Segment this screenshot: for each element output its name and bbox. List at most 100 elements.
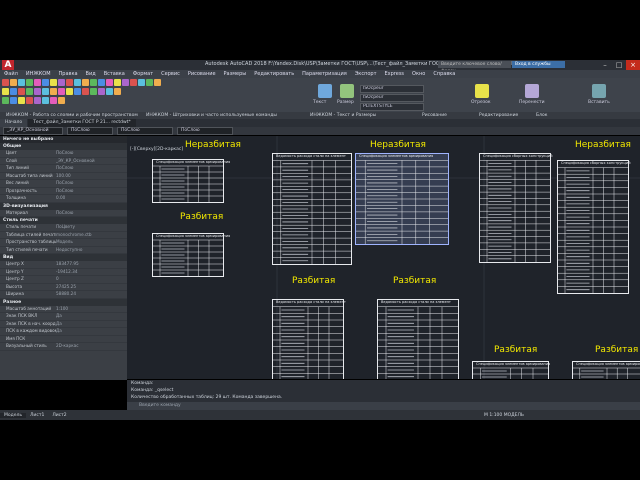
property-row[interactable]: ПСК в каждом видовом Да [0,328,127,336]
insert-icon[interactable] [82,88,89,95]
dimension-icon[interactable] [58,88,65,95]
property-row[interactable]: Слой _ЭУ_КР_Основной [0,158,127,165]
property-row[interactable]: Знак ПСК в нач. коорд. Да [0,321,127,328]
property-row[interactable]: Пространство таблицы Модель [0,239,127,247]
fillet-icon[interactable] [146,79,153,86]
property-row[interactable]: Масштаб аннотаций 1:100 [0,306,127,313]
drawing-table[interactable] [479,153,551,263]
menu-item[interactable]: Параметризация [298,70,351,78]
trim-icon[interactable] [122,79,129,86]
maximize-icon[interactable]: □ [612,60,626,70]
layout-icon[interactable] [34,97,41,104]
property-section[interactable]: Вид [0,254,127,261]
tab-layout2[interactable]: Лист2 [48,413,70,418]
model-space-indicator[interactable]: М 1:100 МОДЕЛЬ [480,413,528,418]
property-row[interactable]: Визуальный стиль 2D-каркас [0,343,127,351]
tab-layout1[interactable]: Лист1 [26,413,48,418]
ribbon-panel-title[interactable]: Рисование [416,112,473,119]
sign-in-button[interactable]: Вход в службы [512,61,565,68]
property-value[interactable]: ПоСлою [56,210,127,217]
text-icon[interactable] [50,88,57,95]
drawing-table[interactable] [377,299,459,379]
property-row[interactable]: Центр Z 0 [0,276,127,284]
property-value[interactable]: Модель [56,239,127,246]
block-icon[interactable] [74,88,81,95]
dim-style-combo[interactable]: ISOcpeur [360,94,424,102]
menu-item[interactable]: Редактировать [250,70,298,78]
menu-item[interactable]: Сервис [157,70,184,78]
ribbon-panel-title[interactable]: Редактирование [473,112,530,119]
new-icon[interactable] [2,79,9,86]
table-style-combo[interactable]: PLTEXTSTYLE [360,103,424,111]
property-value[interactable]: 0.00 [56,195,127,202]
publish-icon[interactable] [50,97,57,104]
property-row[interactable]: Тип линий ПоСлою [0,165,127,173]
purge-icon[interactable] [58,97,65,104]
save-icon[interactable] [18,79,25,86]
layer-icon[interactable] [50,79,57,86]
regen-icon[interactable] [26,97,33,104]
tab-drawing[interactable]: Тест_файл_Заметки ГОСТ Р 21... rectdwt* [28,119,136,127]
property-value[interactable]: ПоСлою [56,165,127,172]
menu-item[interactable]: Express [381,70,409,78]
plot-icon[interactable] [42,97,49,104]
rotate-icon[interactable] [106,79,113,86]
extend-icon[interactable] [130,79,137,86]
orbit-icon[interactable] [18,97,25,104]
menu-item[interactable]: Экспорт [351,70,381,78]
insert-block-icon[interactable] [592,84,606,98]
property-value[interactable]: Да [56,313,127,320]
property-value[interactable] [56,336,127,343]
linetype-combo[interactable]: ПоСлою [117,127,173,135]
copy-icon[interactable] [74,79,81,86]
property-value[interactable]: ПоСлою [56,188,127,195]
drawing-table[interactable] [355,153,449,245]
property-value[interactable]: 183477.95 [56,261,127,268]
menu-item[interactable]: Окно [408,70,429,78]
property-row[interactable]: Материал ПоСлою [0,210,127,217]
property-value[interactable]: 1:100 [56,306,127,313]
layer-combo[interactable]: _ЭУ_КР_Основной [3,127,63,135]
property-row[interactable]: Центр X 183477.95 [0,261,127,269]
tab-start[interactable]: Начало [0,119,28,127]
property-row[interactable]: Знак ПСК ВКЛ Да [0,313,127,321]
break-icon[interactable] [138,79,145,86]
line-icon[interactable] [2,88,9,95]
hatch-icon[interactable] [42,88,49,95]
ribbon-panel-title[interactable]: ИНЖКОМ - Текст и Размеры [304,112,416,119]
command-input[interactable]: Введите команду [127,402,640,410]
drawing-table[interactable] [272,299,344,379]
drawing-table[interactable] [152,233,224,277]
selection-combo[interactable]: Ничего не выбрано [0,136,127,143]
measure-icon[interactable] [106,88,113,95]
property-value[interactable]: 27425.25 [56,284,127,291]
property-row[interactable]: Цвет ПоСлою [0,150,127,158]
image-icon[interactable] [98,88,105,95]
menu-item[interactable]: Размеры [220,70,251,78]
property-section[interactable]: Стиль печати [0,217,127,224]
menu-item[interactable]: Вид [82,70,100,78]
zoom-icon[interactable] [2,97,9,104]
menu-item[interactable]: Правка [55,70,82,78]
drawing-canvas[interactable]: Спецификация элементов армирования Специф… [127,136,640,379]
pan-icon[interactable] [10,97,17,104]
ribbon-panel-title[interactable]: ИНЖКОМ - Штриховки и часто используемые … [140,112,304,119]
menu-item[interactable]: Вставка [100,70,129,78]
print-icon[interactable] [26,79,33,86]
property-row[interactable]: Имя ПСК [0,336,127,343]
property-value[interactable]: Да [56,321,127,328]
menu-item[interactable]: Рисование [184,70,220,78]
property-value[interactable]: 2D-каркас [56,343,127,350]
text-style-combo[interactable]: ISOcpeur [360,85,424,93]
polyline-icon[interactable] [10,88,17,95]
table-icon[interactable] [66,88,73,95]
properties-icon[interactable] [114,88,121,95]
property-row[interactable]: Тип стилей печати Недоступно [0,247,127,254]
match-icon[interactable] [58,79,65,86]
minimize-icon[interactable]: – [598,60,612,70]
drawing-table[interactable] [272,153,352,265]
lineweight-combo[interactable]: ПоСлою [177,127,233,135]
arc-icon[interactable] [26,88,33,95]
property-row[interactable]: Ширина 58880.24 [0,291,127,299]
menu-item[interactable]: Формат [129,70,157,78]
